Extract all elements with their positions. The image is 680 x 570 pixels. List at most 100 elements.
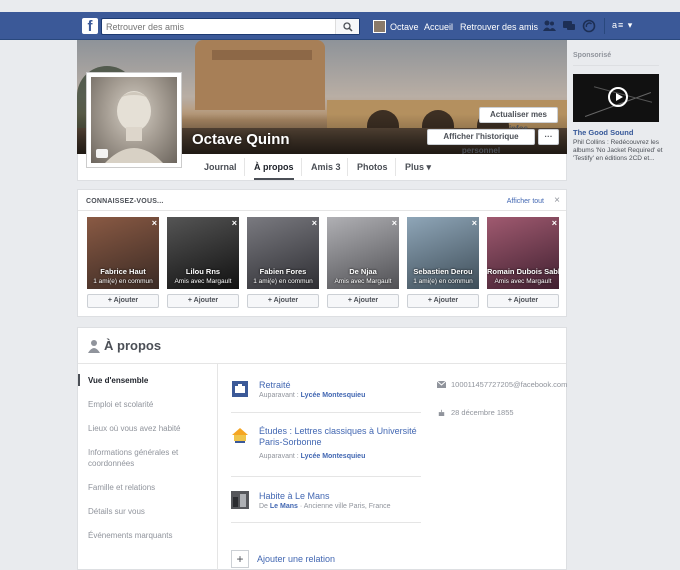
about-content: Retraité Auparavant : Lycée Montesquieu … bbox=[219, 364, 567, 570]
about-title: À propos bbox=[104, 338, 162, 353]
tab-photos[interactable]: Photos bbox=[357, 154, 388, 180]
birthday-text: 28 décembre 1855 bbox=[451, 408, 514, 417]
suggested-person[interactable]: × Lilou Rns Amis avec Margault + Ajouter bbox=[167, 217, 239, 308]
education-subtitle: Auparavant : Lycée Montesquieu bbox=[259, 453, 366, 460]
mutual-friends[interactable]: Amis avec Margault bbox=[327, 278, 399, 285]
profile-picture[interactable] bbox=[86, 72, 182, 168]
people-you-may-know: CONNAISSEZ-VOUS... Afficher tout × × Fab… bbox=[77, 189, 567, 317]
add-friend-button[interactable]: + Ajouter bbox=[487, 294, 559, 308]
facebook-logo[interactable]: f bbox=[82, 18, 98, 34]
profile-name[interactable]: Octave Quinn bbox=[192, 131, 290, 148]
ad-title[interactable]: The Good Sound bbox=[573, 128, 663, 137]
work-subtitle: Auparavant : Lycée Montesquieu bbox=[259, 392, 366, 399]
suggested-person[interactable]: × Sebastien Derou 1 ami(e) en commun + A… bbox=[407, 217, 479, 308]
sidebar-item-places[interactable]: Lieux où vous avez habité bbox=[88, 423, 208, 434]
person-name[interactable]: Fabien Fores bbox=[247, 267, 319, 276]
camera-icon[interactable] bbox=[96, 149, 108, 158]
tab-journal[interactable]: Journal bbox=[204, 154, 237, 180]
close-icon[interactable]: × bbox=[554, 195, 560, 206]
person-name[interactable]: De Njaa bbox=[327, 267, 399, 276]
residence-title[interactable]: Habite à Le Mans bbox=[259, 491, 419, 502]
search-icon bbox=[343, 22, 353, 32]
sidebar-item-details[interactable]: Détails sur vous bbox=[88, 506, 208, 517]
person-photo[interactable]: × Lilou Rns Amis avec Margault bbox=[167, 217, 239, 289]
messages-icon[interactable] bbox=[562, 19, 576, 33]
mutual-friends[interactable]: 1 ami(e) en commun bbox=[247, 278, 319, 285]
home-link[interactable]: Accueil bbox=[424, 22, 453, 32]
update-info-button[interactable]: Actualiser mes infos bbox=[479, 107, 558, 133]
add-friend-button[interactable]: + Ajouter bbox=[327, 294, 399, 308]
suggested-person[interactable]: × Romain Dubois Sable Amis avec Margault… bbox=[487, 217, 559, 308]
add-friend-button[interactable]: + Ajouter bbox=[167, 294, 239, 308]
person-icon bbox=[88, 340, 100, 353]
graduation-cap-icon bbox=[232, 428, 248, 443]
sidebar-item-overview[interactable]: Vue d'ensemble bbox=[88, 375, 208, 386]
birthday-icon bbox=[438, 409, 445, 416]
friend-requests-icon[interactable] bbox=[542, 19, 556, 33]
suggested-person[interactable]: × Fabien Fores 1 ami(e) en commun + Ajou… bbox=[247, 217, 319, 308]
add-relationship[interactable]: + Ajouter une relation bbox=[231, 550, 335, 568]
email-icon bbox=[437, 381, 446, 388]
notifications-icon[interactable] bbox=[582, 19, 596, 33]
dismiss-icon[interactable]: × bbox=[232, 218, 237, 228]
profile-link[interactable]: Octave bbox=[373, 20, 419, 33]
briefcase-icon bbox=[232, 381, 248, 397]
sidebar-item-contact-info[interactable]: Informations générales et coordonnées bbox=[88, 447, 208, 469]
see-all-link[interactable]: Afficher tout bbox=[507, 198, 544, 205]
sponsored-column: Sponsorisé The Good Sound Phil Collins :… bbox=[573, 52, 663, 163]
person-name[interactable]: Romain Dubois Sable bbox=[487, 267, 559, 276]
education-title[interactable]: Études : Lettres classiques à Université… bbox=[259, 426, 419, 448]
add-friend-button[interactable]: + Ajouter bbox=[87, 294, 159, 308]
find-friends-link[interactable]: Retrouver des amis bbox=[460, 22, 538, 32]
dismiss-icon[interactable]: × bbox=[472, 218, 477, 228]
city-link[interactable]: Le Mans bbox=[270, 503, 298, 510]
add-friend-button[interactable]: + Ajouter bbox=[407, 294, 479, 308]
mutual-friends[interactable]: 1 ami(e) en commun bbox=[87, 278, 159, 285]
ad-description[interactable]: Phil Collins : Redécouvrez les albums 'N… bbox=[573, 139, 663, 163]
mutual-friends[interactable]: Amis avec Margault bbox=[487, 278, 559, 285]
person-photo[interactable]: × Fabrice Haut 1 ami(e) en commun bbox=[87, 217, 159, 289]
add-relationship-label[interactable]: Ajouter une relation bbox=[257, 554, 335, 564]
settings-menu[interactable]: a≡ ▾ bbox=[612, 20, 633, 31]
profile-photo bbox=[91, 77, 177, 163]
dismiss-icon[interactable]: × bbox=[392, 218, 397, 228]
dismiss-icon[interactable]: × bbox=[152, 218, 157, 228]
mutual-friends[interactable]: Amis avec Margault bbox=[167, 278, 239, 285]
person-name[interactable]: Fabrice Haut bbox=[87, 267, 159, 276]
sidebar-item-family[interactable]: Famille et relations bbox=[88, 482, 208, 493]
person-photo[interactable]: × Sebastien Derou 1 ami(e) en commun bbox=[407, 217, 479, 289]
tab-more[interactable]: Plus ▾ bbox=[405, 154, 431, 180]
person-name[interactable]: Lilou Rns bbox=[167, 267, 239, 276]
more-options-button[interactable]: ··· bbox=[538, 129, 559, 145]
activity-log-button[interactable]: Afficher l'historique personnel bbox=[427, 129, 535, 154]
search-input[interactable] bbox=[102, 19, 332, 34]
person-name[interactable]: Sebastien Derou bbox=[407, 267, 479, 276]
active-indicator bbox=[78, 374, 80, 386]
dismiss-icon[interactable]: × bbox=[312, 218, 317, 228]
school-link[interactable]: Lycée Montesquieu bbox=[301, 453, 366, 460]
dismiss-icon[interactable]: × bbox=[552, 218, 557, 228]
top-navigation-bar: f Octave Accueil Retrouver des amis a≡ ▾ bbox=[0, 12, 680, 40]
email-text[interactable]: 100011457727205@facebook.com bbox=[451, 380, 567, 390]
nav-icons bbox=[542, 19, 596, 33]
search-button[interactable] bbox=[335, 19, 359, 34]
tab-about[interactable]: À propos bbox=[254, 154, 294, 180]
person-photo[interactable]: × Romain Dubois Sable Amis avec Margault bbox=[487, 217, 559, 289]
suggested-person[interactable]: × De Njaa Amis avec Margault + Ajouter bbox=[327, 217, 399, 308]
sidebar-item-life-events[interactable]: Événements marquants bbox=[88, 530, 208, 541]
add-friend-button[interactable]: + Ajouter bbox=[247, 294, 319, 308]
work-title[interactable]: Retraité bbox=[259, 380, 419, 391]
residence-subtitle: De Le Mans · Ancienne ville Paris, Franc… bbox=[259, 503, 391, 510]
sponsored-title: Sponsorisé bbox=[573, 52, 612, 59]
mutual-friends[interactable]: 1 ami(e) en commun bbox=[407, 278, 479, 285]
person-photo[interactable]: × Fabien Fores 1 ami(e) en commun bbox=[247, 217, 319, 289]
pymk-title: CONNAISSEZ-VOUS... bbox=[86, 198, 164, 205]
school-link[interactable]: Lycée Montesquieu bbox=[301, 392, 366, 399]
plus-icon[interactable]: + bbox=[231, 550, 249, 568]
ad-image[interactable] bbox=[573, 74, 659, 122]
user-name: Octave bbox=[390, 21, 419, 32]
suggested-person[interactable]: × Fabrice Haut 1 ami(e) en commun + Ajou… bbox=[87, 217, 159, 308]
person-photo[interactable]: × De Njaa Amis avec Margault bbox=[327, 217, 399, 289]
sidebar-item-work-education[interactable]: Emploi et scolarité bbox=[88, 399, 208, 410]
tab-friends[interactable]: Amis 3 bbox=[311, 154, 341, 180]
